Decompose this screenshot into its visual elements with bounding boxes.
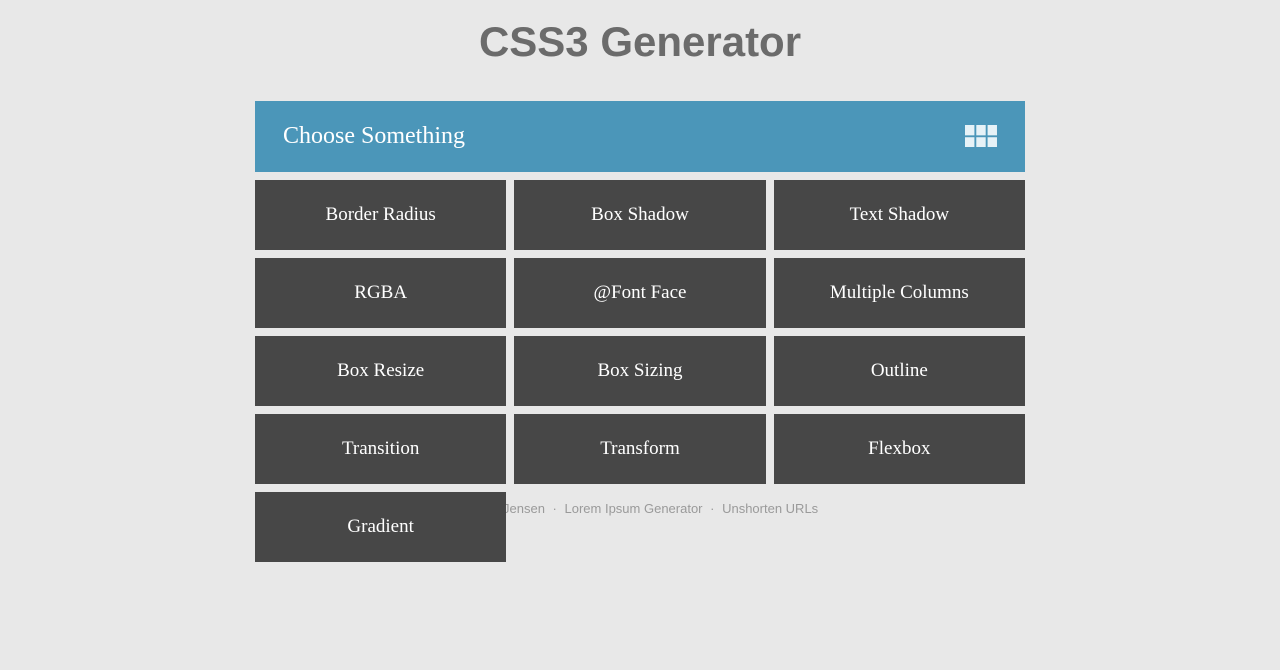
- option-outline[interactable]: Outline: [774, 336, 1025, 406]
- dropdown-label: Choose Something: [283, 123, 465, 150]
- option-border-radius[interactable]: Border Radius: [255, 180, 506, 250]
- option-text-shadow[interactable]: Text Shadow: [774, 180, 1025, 250]
- option-transition[interactable]: Transition: [255, 414, 506, 484]
- option-font-face[interactable]: @Font Face: [514, 258, 765, 328]
- option-box-resize[interactable]: Box Resize: [255, 336, 506, 406]
- option-gradient[interactable]: Gradient: [255, 492, 506, 562]
- option-multiple-columns[interactable]: Multiple Columns: [774, 258, 1025, 328]
- choose-dropdown[interactable]: Choose Something: [255, 101, 1025, 172]
- page-title: CSS3 Generator: [0, 0, 1280, 76]
- grid-icon: [965, 125, 997, 149]
- generator-container: Choose Something Border Radius Box Shado…: [255, 101, 1025, 562]
- option-transform[interactable]: Transform: [514, 414, 765, 484]
- option-flexbox[interactable]: Flexbox: [774, 414, 1025, 484]
- options-grid: Border Radius Box Shadow Text Shadow RGB…: [255, 180, 1025, 562]
- option-box-shadow[interactable]: Box Shadow: [514, 180, 765, 250]
- option-box-sizing[interactable]: Box Sizing: [514, 336, 765, 406]
- option-rgba[interactable]: RGBA: [255, 258, 506, 328]
